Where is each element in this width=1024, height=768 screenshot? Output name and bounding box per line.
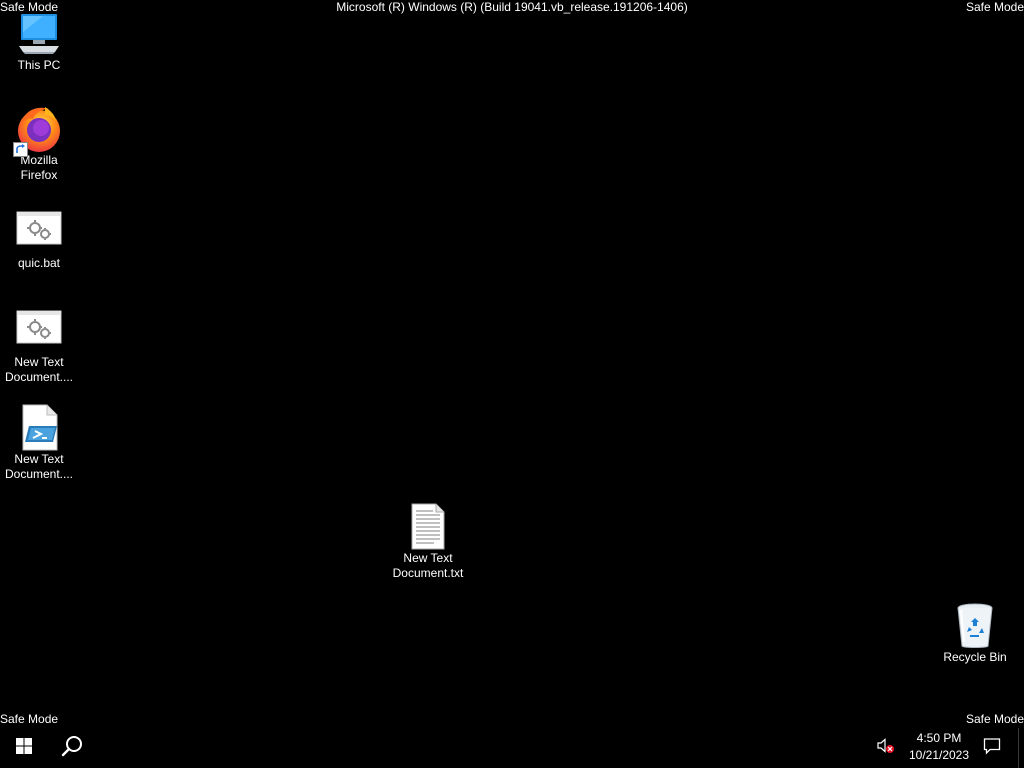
icon-label: Recycle Bin [943,650,1007,664]
desktop-icon-new-text-document-ps1[interactable]: New Text Document.... [1,404,77,482]
clock-date: 10/21/2023 [908,748,970,762]
desktop-icon-new-text-document-bat[interactable]: New Text Document.... [1,307,77,385]
batch-file-icon [15,307,63,355]
taskbar: 4:50 PM 10/21/2023 [0,728,1024,768]
desktop-icon-recycle-bin[interactable]: Recycle Bin [937,602,1013,665]
desktop-icon-firefox[interactable]: Mozilla Firefox [1,105,77,183]
icon-label: New Text Document.txt [392,551,464,580]
desktop-icon-this-pc[interactable]: This PC [1,10,77,73]
recycle-bin-icon [951,602,999,650]
safe-mode-label-bottom-left: Safe Mode [0,712,59,726]
icon-label: Mozilla Firefox [20,153,58,182]
icon-label: This PC [17,58,61,72]
firefox-icon [13,105,63,157]
text-file-icon [404,503,452,551]
windows-build-label: Microsoft (R) Windows (R) (Build 19041.v… [336,0,688,14]
clock-time: 4:50 PM [916,731,962,745]
desktop-icon-quic-bat[interactable]: quic.bat [1,208,77,271]
action-center-icon [983,737,1001,760]
this-pc-icon [15,10,63,58]
search-button[interactable] [48,728,96,768]
shortcut-arrow-icon [13,142,28,157]
show-desktop-button[interactable] [1018,728,1024,768]
powershell-script-icon [15,404,63,452]
windows-logo-icon [16,737,32,759]
volume-muted-icon [877,737,895,759]
icon-label: New Text Document.... [4,355,74,384]
volume-button[interactable] [872,728,900,768]
icon-label: quic.bat [17,256,61,270]
start-button[interactable] [0,728,48,768]
batch-file-icon [15,208,63,256]
search-icon [61,735,83,762]
action-center-button[interactable] [974,728,1010,768]
desktop[interactable]: Safe Mode Microsoft (R) Windows (R) (Bui… [0,0,1024,728]
safe-mode-label-bottom-right: Safe Mode [965,712,1024,726]
taskbar-clock[interactable]: 4:50 PM 10/21/2023 [904,730,974,764]
safe-mode-label-top-right: Safe Mode [965,0,1024,14]
icon-label: New Text Document.... [4,452,74,481]
desktop-icon-new-text-document-txt[interactable]: New Text Document.txt [390,503,466,581]
